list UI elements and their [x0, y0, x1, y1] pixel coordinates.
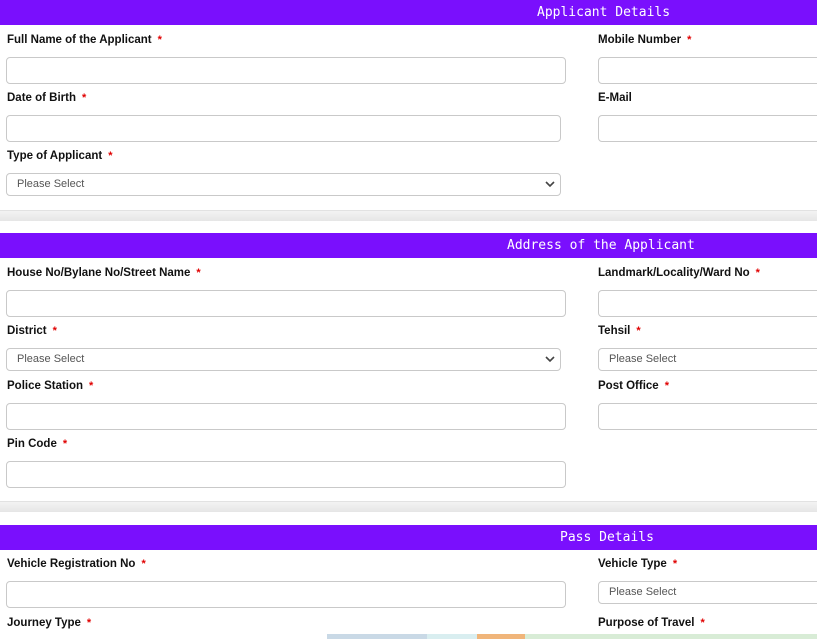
chevron-down-icon [545, 181, 555, 188]
email-input[interactable] [598, 115, 817, 142]
dob-input[interactable] [6, 115, 561, 142]
landmark-label-text: Landmark/Locality/Ward No [598, 267, 750, 279]
full-name-label-text: Full Name of the Applicant [7, 34, 152, 46]
pin-input[interactable] [6, 461, 566, 488]
pass-details-section: Pass Details Vehicle Registration No * Ve… [0, 525, 817, 639]
applicant-details-header: Applicant Details [0, 0, 817, 25]
journey-label: Journey Type * [7, 617, 91, 629]
required-mark: * [755, 267, 760, 279]
mobile-label-text: Mobile Number [598, 34, 682, 46]
vehicle-reg-input[interactable] [6, 581, 566, 608]
required-mark: * [157, 34, 162, 46]
email-label-text: E-Mail [598, 92, 632, 104]
vehicle-type-label-text: Vehicle Type [598, 558, 667, 570]
required-mark: * [108, 150, 113, 162]
purpose-label-text: Purpose of Travel [598, 617, 695, 629]
required-mark: * [82, 92, 87, 104]
dob-label-text: Date of Birth [7, 92, 76, 104]
district-select[interactable]: Please Select [6, 348, 561, 371]
required-mark: * [52, 325, 57, 337]
dob-label: Date of Birth * [7, 92, 86, 104]
tehsil-select-value: Please Select [609, 353, 677, 365]
required-mark: * [62, 438, 68, 450]
required-mark: * [700, 617, 705, 629]
address-header: Address of the Applicant [0, 233, 817, 258]
vehicle-reg-label: Vehicle Registration No * [7, 558, 146, 570]
pass-details-title: Pass Details [560, 530, 654, 545]
post-office-label: Post Office * [598, 380, 669, 392]
required-mark: * [687, 34, 692, 46]
pin-label: Pin Code * [7, 438, 67, 450]
police-label-text: Police Station [7, 380, 84, 392]
required-mark: * [86, 617, 92, 629]
email-label: E-Mail [598, 92, 632, 104]
type-label-text: Type of Applicant [7, 150, 103, 162]
type-label: Type of Applicant * [7, 150, 112, 162]
landmark-label: Landmark/Locality/Ward No * [598, 267, 760, 279]
district-select-value: Please Select [17, 353, 85, 365]
tehsil-label-text: Tehsil [598, 325, 631, 337]
required-mark: * [196, 267, 201, 279]
house-label: House No/Bylane No/Street Name * [7, 267, 201, 279]
color-strip [327, 634, 817, 639]
police-label: Police Station * [7, 380, 93, 392]
mobile-input[interactable] [598, 57, 817, 84]
chevron-down-icon [545, 356, 555, 363]
pass-details-header: Pass Details [0, 525, 817, 550]
vehicle-type-label: Vehicle Type * [598, 558, 677, 570]
address-title: Address of the Applicant [507, 238, 695, 253]
police-input[interactable] [6, 403, 566, 430]
required-mark: * [664, 380, 669, 392]
full-name-input[interactable] [6, 57, 566, 84]
required-mark: * [141, 558, 146, 570]
house-input[interactable] [6, 290, 566, 317]
required-mark: * [672, 558, 678, 570]
landmark-input[interactable] [598, 290, 817, 317]
vehicle-reg-label-text: Vehicle Registration No [7, 558, 136, 570]
full-name-label: Full Name of the Applicant * [7, 34, 162, 46]
applicant-details-section: Applicant Details Full Name of the Appli… [0, 0, 817, 211]
district-label-text: District [7, 325, 47, 337]
required-mark: * [89, 380, 94, 392]
pin-label-text: Pin Code [7, 438, 57, 450]
post-office-input[interactable] [598, 403, 817, 430]
district-label: District * [7, 325, 57, 337]
house-label-text: House No/Bylane No/Street Name [7, 267, 191, 279]
applicant-details-title: Applicant Details [537, 5, 671, 20]
post-office-label-text: Post Office [598, 380, 659, 392]
required-mark: * [636, 325, 641, 337]
type-select[interactable]: Please Select [6, 173, 561, 196]
tehsil-label: Tehsil * [598, 325, 641, 337]
purpose-label: Purpose of Travel * [598, 617, 705, 629]
journey-label-text: Journey Type [7, 617, 81, 629]
vehicle-type-select[interactable]: Please Select [598, 581, 817, 604]
address-section: Address of the Applicant House No/Bylane… [0, 233, 817, 502]
vehicle-type-select-value: Please Select [609, 586, 677, 598]
section-divider [0, 211, 817, 221]
tehsil-select[interactable]: Please Select [598, 348, 817, 371]
type-select-value: Please Select [17, 178, 85, 190]
section-divider [0, 502, 817, 512]
mobile-label: Mobile Number * [598, 34, 691, 46]
